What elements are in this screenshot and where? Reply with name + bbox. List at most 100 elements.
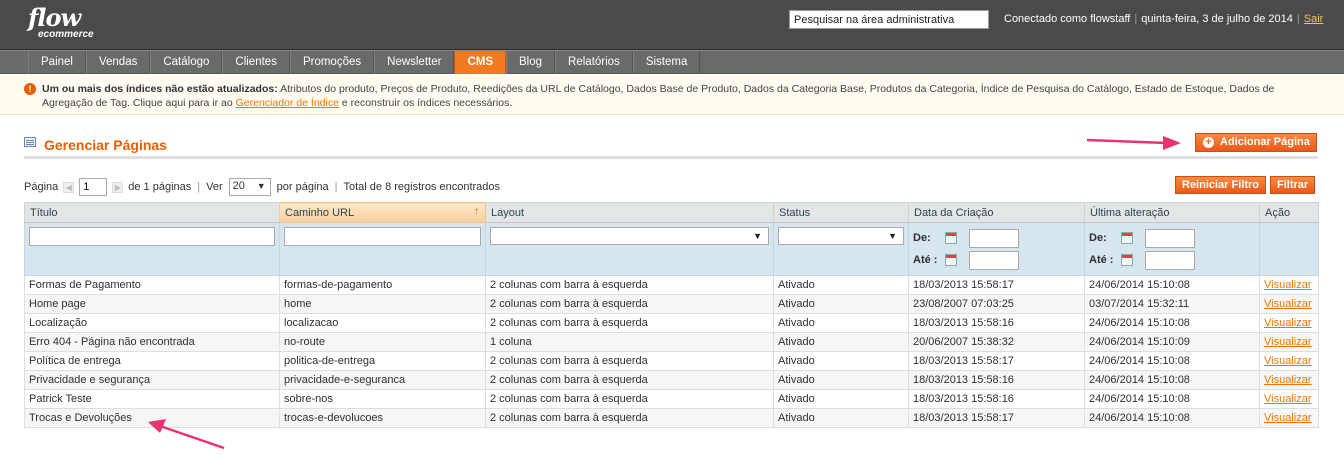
add-page-button[interactable]: + Adicionar Página [1195,133,1317,152]
cell-action: Visualizar [1259,294,1319,314]
cell-url: formas-de-pagamento [279,275,486,295]
col-url[interactable]: Caminho URL [279,202,486,223]
cell-layout: 2 colunas com barra à esquerda [485,389,774,409]
filter-title-input[interactable] [29,227,275,246]
page-header: Gerenciar Páginas [24,133,1318,159]
cell-url: trocas-e-devolucoes [279,408,486,428]
chevron-down-icon: ▼ [753,231,762,241]
table-row[interactable]: Localização localizacao 2 colunas com barr… [24,313,1319,333]
cell-layout: 2 colunas com barra à esquerda [485,370,774,390]
cell-title: Localização [24,313,280,333]
view-link[interactable]: Visualizar [1264,279,1312,291]
table-row[interactable]: Erro 404 - Página não encontrada no-route… [24,332,1319,352]
nav-item-promocoes[interactable]: Promoções [289,51,375,74]
view-link[interactable]: Visualizar [1264,393,1312,405]
prev-page-icon[interactable]: ◀ [63,181,75,193]
cell-modified: 24/06/2014 15:10:08 [1084,408,1260,428]
nav-item-painel[interactable]: Painel [28,51,86,74]
cell-action: Visualizar [1259,351,1319,371]
cell-action: Visualizar [1259,313,1319,333]
nav-item-clientes[interactable]: Clientes [222,51,290,74]
col-modified[interactable]: Última alteração [1084,202,1260,223]
nav-item-catalogo[interactable]: Catálogo [150,51,223,74]
modified-to-input[interactable] [1145,250,1195,270]
cell-created: 18/03/2013 15:58:16 [908,389,1085,409]
cell-action: Visualizar [1259,408,1319,428]
table-row[interactable]: Política de entrega politica-de-entrega 2 … [24,351,1319,371]
chevron-down-icon: ▼ [888,231,897,241]
cell-modified: 24/06/2014 15:10:09 [1084,332,1260,352]
nav-item-sistema[interactable]: Sistema [632,51,701,74]
nav-item-newsletter[interactable]: Newsletter [374,51,455,74]
col-created[interactable]: Data da Criação [908,202,1085,223]
cell-modified: 24/06/2014 15:10:08 [1084,351,1260,371]
chevron-down-icon: ▼ [256,181,266,191]
cell-title: Trocas e Devoluções [24,408,280,428]
table-row[interactable]: Patrick Teste sobre-nos 2 colunas com barr… [24,389,1319,409]
nav-item-vendas[interactable]: Vendas [85,51,151,74]
modified-from-label: De: [1089,232,1107,244]
calendar-icon[interactable] [1121,232,1133,244]
current-date: quinta-feira, 3 de julho de 2014 [1141,13,1293,25]
calendar-icon[interactable] [945,254,957,266]
cell-title: Formas de Pagamento [24,275,280,295]
next-page-icon[interactable]: ▶ [112,181,124,193]
view-link[interactable]: Visualizar [1264,298,1312,310]
col-layout[interactable]: Layout [485,202,774,223]
cell-title: Privacidade e segurança [24,370,280,390]
admin-search-input[interactable] [789,10,989,29]
reset-filter-button[interactable]: Reiniciar Filtro [1175,176,1267,194]
nav-item-cms[interactable]: CMS [454,51,507,74]
logo[interactable]: flow ecommerce [28,6,94,40]
page-number-input[interactable] [79,178,108,196]
cell-title: Erro 404 - Página não encontrada [24,332,280,352]
cell-status: Ativado [773,351,909,371]
pager: Página ◀ ▶ de 1 páginas | Ver 20▼ por pá… [24,177,500,197]
cell-status: Ativado [773,389,909,409]
col-status[interactable]: Status [773,202,909,223]
cell-layout: 2 colunas com barra à esquerda [485,275,774,295]
table-row[interactable]: Trocas e Devoluções trocas-e-devolucoes 2 … [24,408,1319,428]
calendar-icon[interactable] [1121,254,1133,266]
cell-action: Visualizar [1259,275,1319,295]
filter-layout-select[interactable]: ▼ [490,227,769,245]
cell-created: 18/03/2013 15:58:16 [908,370,1085,390]
filter-url-input[interactable] [284,227,481,246]
cell-modified: 24/06/2014 15:10:08 [1084,389,1260,409]
logout-link[interactable]: Sair [1304,13,1324,25]
cell-modified: 24/06/2014 15:10:08 [1084,275,1260,295]
view-link[interactable]: Visualizar [1264,336,1312,348]
index-manager-link[interactable]: Gerenciador de Índice [236,97,339,109]
table-row[interactable]: Home page home 2 colunas com barra à esque… [24,294,1319,314]
cell-layout: 1 coluna [485,332,774,352]
view-link[interactable]: Visualizar [1264,317,1312,329]
connected-user: Conectado como flowstaff [1004,13,1131,25]
cell-modified: 03/07/2014 15:32:11 [1084,294,1260,314]
cell-created: 23/08/2007 07:03:25 [908,294,1085,314]
filter-status-select[interactable]: ▼ [778,227,904,245]
cell-created: 20/06/2007 15:38:32 [908,332,1085,352]
modified-from-input[interactable] [1145,228,1195,248]
nav-item-relatorios[interactable]: Relatórios [555,51,633,74]
col-title[interactable]: Título [24,202,280,223]
view-link[interactable]: Visualizar [1264,412,1312,424]
main-nav: Painel Vendas Catálogo Clientes Promoções New… [0,50,1344,74]
cell-url: privacidade-e-seguranca [279,370,486,390]
view-link[interactable]: Visualizar [1264,374,1312,386]
filter-button[interactable]: Filtrar [1270,176,1316,194]
cell-status: Ativado [773,408,909,428]
cell-action: Visualizar [1259,332,1319,352]
nav-item-blog[interactable]: Blog [506,51,556,74]
notice-text-after: e reconstruir os índices necessários. [338,97,513,109]
created-from-input[interactable] [969,228,1019,248]
cell-status: Ativado [773,275,909,295]
cell-created: 18/03/2013 15:58:17 [908,408,1085,428]
created-to-input[interactable] [969,250,1019,270]
table-row[interactable]: Formas de Pagamento formas-de-pagamento 2 … [24,275,1319,295]
cell-url: politica-de-entrega [279,351,486,371]
per-page-label: por página [276,181,329,193]
calendar-icon[interactable] [945,232,957,244]
view-link[interactable]: Visualizar [1264,355,1312,367]
table-row[interactable]: Privacidade e segurança privacidade-e-seg… [24,370,1319,390]
per-page-select[interactable]: 20 ▼ [228,178,271,196]
